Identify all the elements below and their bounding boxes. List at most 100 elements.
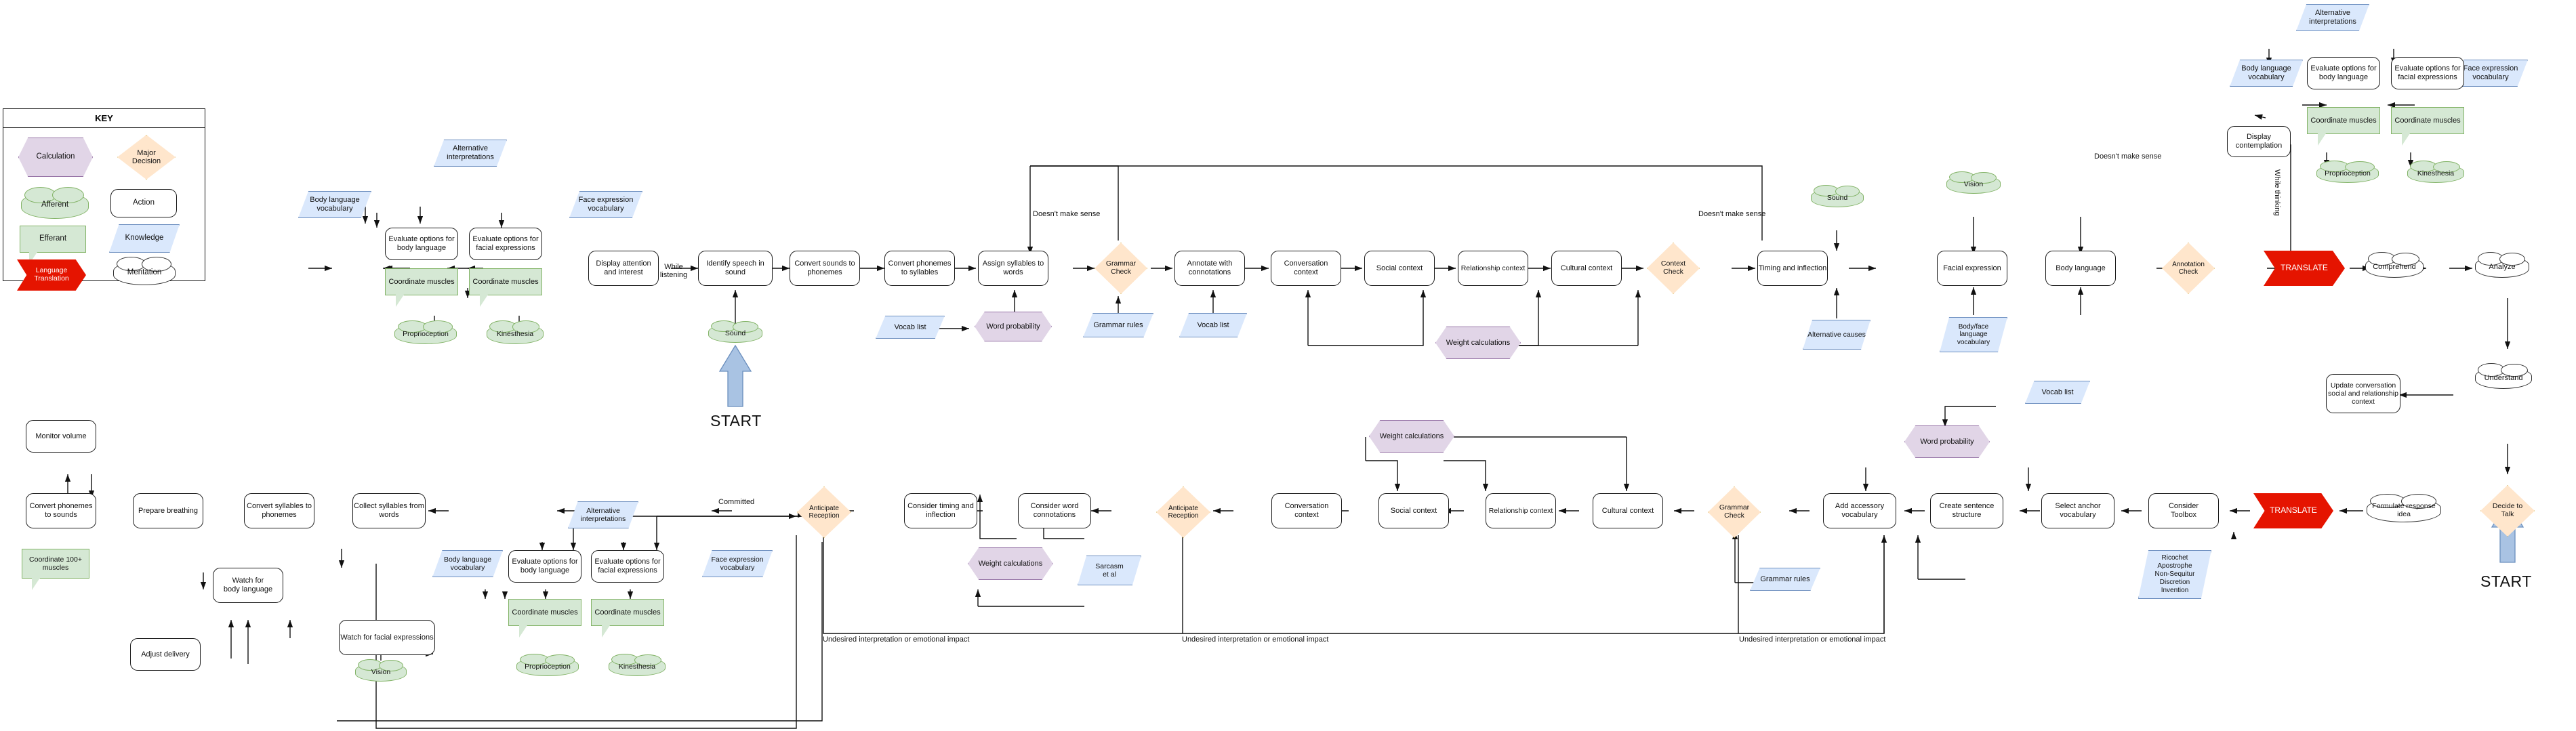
legend-major-decision-shape: Major Decision: [117, 135, 176, 180]
mentation-analyze: Analyze: [2475, 252, 2529, 278]
legend-major-decision-label: Major Decision: [131, 148, 161, 165]
decision-grammar-check-listen[interactable]: Grammar Check: [1095, 243, 1147, 294]
legend-box: KEY Calculation Major Decision Afferent A…: [3, 108, 205, 291]
node-evaluate-options-facial-expressions-think[interactable]: Evaluate options for facial expressions: [2391, 57, 2464, 89]
node-display-attention-and-interest[interactable]: Display attention and interest: [588, 251, 659, 286]
knowledge-vocab-list-2: Vocab list: [1179, 313, 1247, 337]
edge-label-undesired-1: Undesired interpretation or emotional im…: [823, 635, 970, 644]
edge-label-doesnt-make-sense-3: Doesn't make sense: [2094, 152, 2162, 161]
decision-grammar-check-speak[interactable]: Grammar Check: [1708, 486, 1761, 538]
node-convert-phonemes-to-syllables[interactable]: Convert phonemes to syllables: [884, 251, 955, 286]
node-translate-listen[interactable]: TRANSLATE: [2264, 251, 2345, 286]
afferent-sound-timing: Sound: [1811, 185, 1864, 207]
afferent-proprioception-listen: Proprioception: [394, 320, 457, 344]
node-translate-speak[interactable]: TRANSLATE: [2253, 493, 2333, 528]
callout-tail: [601, 625, 610, 638]
legend-calculation-label: Calculation: [36, 152, 75, 161]
node-annotate-with-connotations[interactable]: Annotate with connotations: [1174, 251, 1245, 286]
afferent-vision-listen: Vision: [1946, 171, 2001, 194]
node-consider-toolbox[interactable]: Consider Toolbox: [2148, 493, 2219, 528]
node-display-contemplation[interactable]: Display contemplation: [2227, 126, 2291, 157]
legend-translation-label: Language Translation: [34, 266, 69, 283]
afferent-kinesthesia-speak: Kinesthesia: [609, 654, 666, 676]
callout-tail: [395, 295, 404, 307]
calculation-weight-calculations-listen: Weight calculations: [1435, 327, 1521, 359]
node-add-accessory-vocabulary[interactable]: Add accessory vocabulary: [1823, 493, 1896, 528]
mentation-formulate-response-idea: Formulate response idea: [2367, 493, 2441, 522]
node-social-context-listen[interactable]: Social context: [1364, 251, 1435, 286]
node-consider-word-connotations[interactable]: Consider word connotations: [1018, 493, 1091, 528]
node-evaluate-options-body-language-speak[interactable]: Evaluate options for body language: [508, 550, 581, 583]
node-prepare-breathing[interactable]: Prepare breathing: [133, 493, 203, 528]
decision-anticipate-reception-2[interactable]: Anticipate Reception: [1156, 486, 1210, 538]
knowledge-vocab-list-3: Vocab list: [2025, 381, 2090, 404]
node-identify-speech-in-sound[interactable]: Identify speech in sound: [698, 251, 773, 286]
callout-tail: [518, 625, 527, 638]
node-facial-expression-listen[interactable]: Facial expression: [1937, 251, 2007, 286]
node-evaluate-options-body-language-listen[interactable]: Evaluate options for body language: [385, 228, 458, 260]
node-consider-timing-and-inflection[interactable]: Consider timing and inflection: [904, 493, 977, 528]
node-body-language-listen[interactable]: Body language: [2045, 251, 2116, 286]
node-evaluate-options-facial-expressions-listen[interactable]: Evaluate options for facial expressions: [469, 228, 542, 260]
node-convert-sounds-to-phonemes[interactable]: Convert sounds to phonemes: [790, 251, 860, 286]
node-create-sentence-structure[interactable]: Create sentence structure: [1930, 493, 2003, 528]
calculation-word-probability-speak: Word probability: [1904, 425, 1990, 458]
knowledge-vocab-list-1: Vocab list: [876, 316, 945, 339]
knowledge-face-expression-vocabulary-speak: Face expression vocabulary: [702, 550, 773, 577]
decision-annotation-check[interactable]: Annotation Check: [2162, 243, 2215, 294]
node-coordinate-100-muscles[interactable]: Coordinate 100+ muscles: [22, 549, 89, 590]
flowchart-canvas: KEY Calculation Major Decision Afferent A…: [0, 0, 2576, 731]
legend-afferent-label: Afferent: [41, 201, 69, 209]
node-coordinate-muscles-think-1[interactable]: Coordinate muscles: [2307, 107, 2380, 146]
node-adjust-delivery[interactable]: Adjust delivery: [130, 638, 201, 671]
node-monitor-volume[interactable]: Monitor volume: [26, 420, 96, 453]
callout-tail: [479, 295, 488, 307]
edge-label-undesired-2: Undesired interpretation or emotional im…: [1182, 635, 1329, 644]
node-social-context-speak[interactable]: Social context: [1378, 493, 1449, 528]
node-conversation-context-speak[interactable]: Conversation context: [1271, 493, 1342, 528]
legend-efferent-label: Efferant: [39, 234, 67, 243]
node-watch-for-body-language[interactable]: Watch for body language: [213, 568, 283, 603]
node-cultural-context-listen[interactable]: Cultural context: [1551, 251, 1622, 286]
knowledge-alternative-causes: Alternative causes: [1803, 320, 1870, 350]
legend-efferent-shape: Efferant: [20, 226, 86, 264]
node-coordinate-muscles-listen-2[interactable]: Coordinate muscles: [469, 268, 542, 307]
node-convert-syllables-to-phonemes[interactable]: Convert syllables to phonemes: [244, 493, 314, 528]
node-collect-syllables-from-words[interactable]: Collect syllables from words: [352, 493, 426, 528]
afferent-proprioception-speak: Proprioception: [516, 654, 579, 676]
node-convert-phonemes-to-sounds[interactable]: Convert phonemes to sounds: [26, 493, 96, 528]
node-coordinate-muscles-speak-1[interactable]: Coordinate muscles: [508, 599, 581, 638]
knowledge-alternative-interpretations-think: Alternative interpretations: [2296, 4, 2369, 31]
node-update-conversation-context[interactable]: Update conversation social and relations…: [2326, 374, 2400, 413]
node-coordinate-muscles-speak-2[interactable]: Coordinate muscles: [591, 599, 664, 638]
legend-mentation-shape: Mentation: [113, 256, 176, 285]
node-relationship-context-speak[interactable]: Relationship context: [1486, 493, 1556, 528]
knowledge-alternative-interpretations-speak: Alternative interpretations: [568, 501, 638, 528]
edge-label-committed: Committed: [718, 498, 755, 506]
node-coordinate-muscles-listen-1[interactable]: Coordinate muscles: [385, 268, 458, 307]
decision-anticipate-reception-1[interactable]: Anticipate Reception: [797, 486, 851, 538]
node-cultural-context-speak[interactable]: Cultural context: [1593, 493, 1663, 528]
node-evaluate-options-facial-expressions-speak[interactable]: Evaluate options for facial expressions: [591, 550, 664, 583]
start-label-top: START: [710, 412, 762, 430]
node-evaluate-options-body-language-think[interactable]: Evaluate options for body language: [2307, 57, 2380, 89]
node-relationship-context-listen[interactable]: Relationship context: [1458, 251, 1528, 286]
legend-calculation-shape: Calculation: [18, 138, 93, 177]
node-assign-syllables-to-words[interactable]: Assign syllables to words: [978, 251, 1048, 286]
knowledge-toolbox-techniques: Ricochet Apostrophe Non-Sequitur Discretion…: [2138, 550, 2211, 599]
node-conversation-context-listen[interactable]: Conversation context: [1271, 251, 1341, 286]
decision-context-check[interactable]: Context Check: [1647, 243, 1700, 294]
knowledge-body-language-vocabulary-speak: Body language vocabulary: [432, 550, 503, 577]
legend-afferent-shape: Afferent: [21, 186, 89, 219]
edge-label-while-listening: While listening: [659, 263, 688, 280]
callout-tail: [2317, 133, 2326, 146]
node-coordinate-muscles-think-2[interactable]: Coordinate muscles: [2391, 107, 2464, 146]
legend-title: KEY: [3, 109, 205, 128]
knowledge-face-expression-vocabulary-listen: Face expression vocabulary: [569, 191, 642, 218]
node-select-anchor-vocabulary[interactable]: Select anchor vocabulary: [2041, 493, 2114, 528]
node-timing-and-inflection[interactable]: Timing and inflection: [1757, 251, 1828, 286]
edge-label-undesired-3: Undesired interpretation or emotional im…: [1739, 635, 1886, 644]
node-watch-for-facial-expressions[interactable]: Watch for facial expressions: [339, 620, 435, 655]
decision-decide-to-talk[interactable]: Decide to Talk: [2480, 485, 2535, 537]
legend-translation-shape: Language Translation: [17, 259, 86, 291]
